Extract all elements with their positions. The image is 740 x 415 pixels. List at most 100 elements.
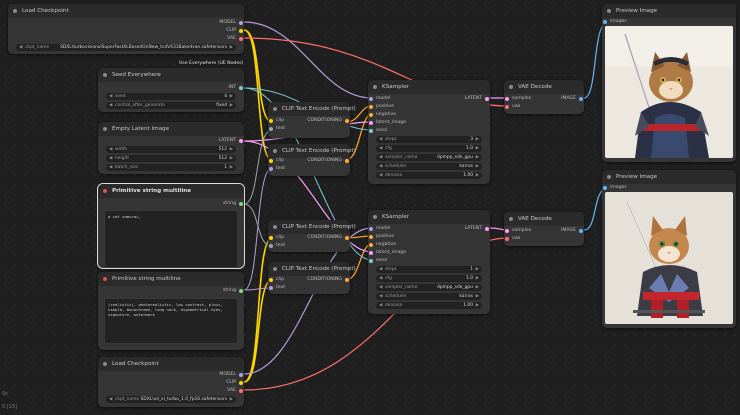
sampler-name-widget[interactable]: ◀ sampler_name dpmpp_sde_gpu ▶	[376, 154, 482, 161]
collapse-dot-icon[interactable]	[273, 107, 277, 111]
clip-text-encode-node[interactable]: CLIP Text Encode (Prompt) clip text COND…	[268, 102, 356, 138]
arrow-right-icon[interactable]: ▶	[476, 275, 479, 282]
input-text[interactable]: text	[268, 165, 285, 172]
node-title[interactable]: Primitive string multiline	[98, 184, 244, 198]
arrow-left-icon[interactable]: ◀	[109, 146, 112, 153]
input-vae[interactable]: vae	[504, 103, 520, 110]
slot-pin-icon[interactable]	[239, 20, 243, 25]
slot-pin-icon[interactable]	[485, 226, 489, 231]
arrow-right-icon[interactable]: ▶	[476, 293, 479, 300]
vae-decode-node[interactable]: VAE Decode samples vae IMAGE	[504, 80, 584, 114]
arrow-left-icon[interactable]: ◀	[379, 145, 382, 152]
slot-pin-icon[interactable]	[239, 36, 243, 41]
slot-pin-icon[interactable]	[369, 96, 373, 101]
slot-pin-icon[interactable]	[345, 158, 349, 163]
input-clip[interactable]: clip	[268, 157, 284, 164]
output-image[interactable]: IMAGE	[561, 95, 584, 102]
slot-pin-icon[interactable]	[505, 104, 509, 109]
seed-everywhere-node[interactable]: Seed Everywhere INT ◀ seed 4 ▶ ◀ control_aft…	[98, 68, 244, 112]
clip-text-encode-node[interactable]: CLIP Text Encode (Prompt) clip text COND…	[268, 262, 356, 294]
arrow-right-icon[interactable]: ▶	[476, 163, 479, 170]
load-checkpoint-node[interactable]: Load Checkpoint MODEL CLIP VAE ◀ ckpt_nam…	[98, 357, 244, 407]
input-seed[interactable]: seed	[368, 127, 387, 134]
arrow-left-icon[interactable]: ◀	[379, 266, 382, 273]
arrow-left-icon[interactable]: ◀	[379, 163, 382, 170]
clip-text-encode-node[interactable]: CLIP Text Encode (Prompt) clip text COND…	[268, 144, 356, 176]
output-model[interactable]: MODEL	[219, 19, 244, 26]
arrow-right-icon[interactable]: ▶	[230, 44, 233, 51]
arrow-right-icon[interactable]: ▶	[230, 93, 233, 100]
arrow-left-icon[interactable]: ◀	[379, 136, 382, 143]
output-int[interactable]: INT	[228, 84, 244, 91]
arrow-right-icon[interactable]: ▶	[476, 284, 479, 291]
arrow-left-icon[interactable]: ◀	[379, 293, 382, 300]
cfg-widget[interactable]: ◀ cfg 1.0 ▶	[376, 145, 482, 152]
arrow-left-icon[interactable]: ◀	[109, 396, 112, 403]
collapse-dot-icon[interactable]	[509, 85, 513, 89]
slot-pin-icon[interactable]	[345, 277, 349, 282]
prompt-textarea[interactable]: a cat samurai,	[104, 210, 238, 268]
node-title[interactable]: Load Checkpoint	[8, 4, 244, 18]
slot-pin-icon[interactable]	[369, 226, 373, 231]
collapse-dot-icon[interactable]	[273, 225, 277, 229]
arrow-right-icon[interactable]: ▶	[476, 136, 479, 143]
negative-prompt-textarea[interactable]: (realistic), photorealistic, low contras…	[104, 298, 238, 344]
input-text[interactable]: text	[268, 284, 285, 291]
input-text[interactable]: text	[268, 125, 285, 132]
node-title[interactable]: CLIP Text Encode (Prompt)	[268, 144, 356, 158]
arrow-right-icon[interactable]: ▶	[230, 164, 233, 171]
output-string[interactable]: string	[223, 287, 244, 294]
arrow-left-icon[interactable]: ◀	[109, 164, 112, 171]
slot-pin-icon[interactable]	[369, 128, 373, 133]
primitive-string-node[interactable]: Primitive string multiline string a cat …	[97, 183, 245, 269]
output-conditioning[interactable]: CONDITIONING	[307, 157, 350, 164]
slot-pin-icon[interactable]	[505, 236, 509, 241]
slot-pin-icon[interactable]	[369, 258, 373, 263]
node-title[interactable]: VAE Decode	[504, 80, 584, 94]
collapse-dot-icon[interactable]	[103, 73, 107, 77]
sampler-name-widget[interactable]: ◀ sampler_name dpmpp_sde_gpu ▶	[376, 284, 482, 291]
control-after-generate-widget[interactable]: ◀ control_after_generate fixed ▶	[106, 102, 236, 109]
output-clip[interactable]: CLIP	[226, 379, 244, 386]
arrow-left-icon[interactable]: ◀	[379, 302, 382, 309]
input-clip[interactable]: clip	[268, 234, 284, 241]
input-positive[interactable]: positive	[368, 103, 394, 110]
slot-pin-icon[interactable]	[239, 380, 243, 385]
slot-pin-icon[interactable]	[239, 388, 243, 393]
slot-pin-icon[interactable]	[369, 112, 373, 117]
node-title[interactable]: CLIP Text Encode (Prompt)	[268, 262, 356, 276]
collapse-dot-icon[interactable]	[13, 9, 17, 13]
node-title[interactable]: Primitive string multiline	[98, 272, 244, 286]
slot-pin-icon[interactable]	[239, 201, 243, 206]
node-title[interactable]: Seed Everywhere	[98, 68, 244, 82]
slot-pin-icon[interactable]	[369, 104, 373, 109]
load-checkpoint-node[interactable]: Load Checkpoint MODEL CLIP VAE ◀ ckpt_nam…	[8, 4, 244, 54]
slot-pin-icon[interactable]	[269, 235, 273, 240]
arrow-right-icon[interactable]: ▶	[476, 266, 479, 273]
slot-pin-icon[interactable]	[579, 96, 583, 101]
slot-pin-icon[interactable]	[485, 96, 489, 101]
arrow-left-icon[interactable]: ◀	[109, 93, 112, 100]
arrow-left-icon[interactable]: ◀	[109, 155, 112, 162]
width-widget[interactable]: ◀ width 512 ▶	[106, 146, 236, 153]
ckpt-name-widget[interactable]: ◀ ckpt_name SDXL\turbovisionxlSuperFastXLB…	[16, 44, 236, 51]
primitive-string-node[interactable]: Primitive string multiline string (reali…	[98, 272, 244, 350]
output-clip[interactable]: CLIP	[226, 27, 244, 34]
cfg-widget[interactable]: ◀ cfg 1.0 ▶	[376, 275, 482, 282]
ksampler-node[interactable]: KSampler model positive negative latent_…	[368, 210, 490, 314]
node-title[interactable]: KSampler	[368, 210, 490, 224]
output-vae[interactable]: VAE	[227, 35, 244, 42]
cat-samurai-preview-image[interactable]	[605, 26, 733, 158]
arrow-left-icon[interactable]: ◀	[109, 102, 112, 109]
output-vae[interactable]: VAE	[227, 387, 244, 394]
arrow-right-icon[interactable]: ▶	[476, 145, 479, 152]
slot-pin-icon[interactable]	[269, 243, 273, 248]
collapse-dot-icon[interactable]	[509, 217, 513, 221]
arrow-left-icon[interactable]: ◀	[379, 284, 382, 291]
slot-pin-icon[interactable]	[239, 85, 243, 90]
seed-widget[interactable]: ◀ seed 4 ▶	[106, 93, 236, 100]
input-latent-image[interactable]: latent_image	[368, 119, 406, 126]
output-latent[interactable]: LATENT	[465, 225, 490, 232]
denoise-widget[interactable]: ◀ denoise 1.00 ▶	[376, 172, 482, 179]
slot-pin-icon[interactable]	[579, 228, 583, 233]
